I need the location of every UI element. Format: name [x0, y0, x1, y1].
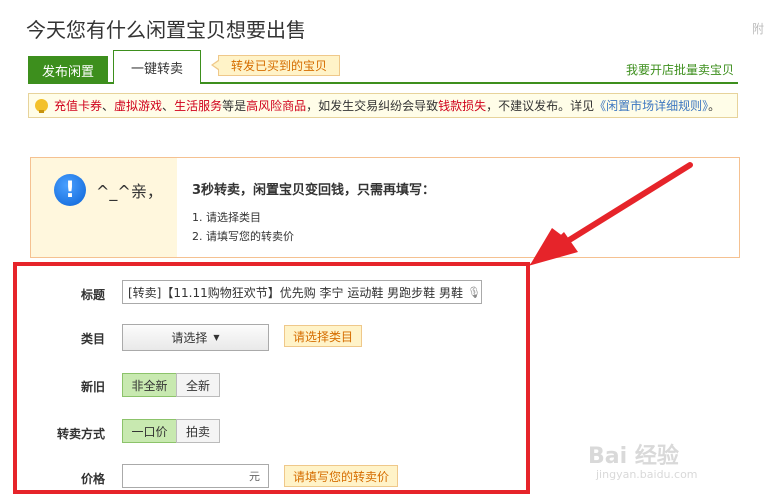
tab-bubble-tip: 转发已买到的宝贝 — [218, 55, 340, 76]
price-input[interactable]: 元 — [122, 464, 269, 488]
warning-segment: 钱款损失 — [438, 99, 487, 113]
page-title: 今天您有什么闲置宝贝想要出售 — [26, 18, 306, 42]
edge-text: 附 — [752, 22, 765, 36]
price-tip: 请填写您的转卖价 — [284, 465, 398, 487]
notice-greeting: ^_^亲， — [96, 182, 163, 201]
condition-option-used[interactable]: 非全新 — [122, 373, 177, 397]
warning-segment: 高风险商品 — [246, 99, 307, 113]
watermark-brand: Bai 经验 — [588, 444, 679, 469]
notice-left-panel — [31, 158, 177, 257]
price-label: 价格 — [80, 472, 105, 486]
condition-option-new[interactable]: 全新 — [176, 373, 220, 397]
category-select-text: 请选择 — [171, 331, 208, 345]
warning-segment: 、 — [102, 99, 115, 113]
warning-segment: 、 — [162, 99, 175, 113]
watermark-url: jingyan.baidu.com — [596, 468, 698, 481]
notice-step-2: 2. 请填写您的转卖价 — [192, 230, 294, 243]
title-label: 标题 — [80, 288, 105, 302]
warning-segment: ，不建议发布。详见 — [486, 99, 595, 113]
warning-segment: 生活服务 — [174, 99, 223, 113]
info-icon: ! — [54, 174, 86, 206]
resale-option-auction[interactable]: 拍卖 — [176, 419, 220, 443]
warning-segment: ，如发生交易纠纷会导致 — [306, 99, 439, 113]
category-label: 类目 — [80, 332, 105, 346]
condition-segmented: 非全新 全新 — [122, 373, 220, 397]
notice-step-1: 1. 请选择类目 — [192, 211, 261, 224]
notice-title: 3秒转卖，闲置宝贝变回钱，只需再填写： — [192, 183, 436, 198]
title-input-value: [转卖]【11.11购物狂欢节】优先购 李宁 运动鞋 男跑步鞋 男鞋 — [128, 285, 463, 300]
price-unit: 元 — [249, 470, 260, 483]
warning-segment: 。 — [708, 99, 721, 113]
title-input[interactable]: [转卖]【11.11购物狂欢节】优先购 李宁 运动鞋 男跑步鞋 男鞋 🎙︎ — [122, 280, 482, 304]
tab-one-click-resale[interactable]: 一键转卖 — [113, 50, 201, 84]
resale-method-label: 转卖方式 — [56, 427, 105, 441]
category-tip: 请选择类目 — [284, 325, 362, 347]
red-arrow-annotation — [528, 162, 693, 266]
lightbulb-icon — [35, 99, 48, 113]
microphone-icon[interactable]: 🎙︎ — [467, 286, 481, 299]
condition-label: 新旧 — [80, 380, 105, 394]
bubble-arrow-inner — [213, 61, 219, 69]
warning-text: 充值卡券、虚拟游戏、生活服务等是高风险商品，如发生交易纠纷会导致钱款损失，不建议… — [54, 97, 720, 114]
resale-option-fixed[interactable]: 一口价 — [122, 419, 177, 443]
warning-segment: 充值卡券 — [54, 99, 103, 113]
warning-segment: 虚拟游戏 — [114, 99, 163, 113]
resale-method-segmented: 一口价 拍卖 — [122, 419, 220, 443]
warning-bar: 充值卡券、虚拟游戏、生活服务等是高风险商品，如发生交易纠纷会导致钱款损失，不建议… — [28, 93, 738, 118]
rules-link[interactable]: 《闲置市场详细规则》 — [594, 99, 708, 113]
open-shop-link[interactable]: 我要开店批量卖宝贝 — [626, 61, 734, 78]
warning-segment: 等是 — [222, 99, 247, 113]
caret-down-icon: ▼ — [213, 333, 220, 342]
tab-publish[interactable]: 发布闲置 — [28, 56, 108, 84]
category-select[interactable]: 请选择 ▼ — [122, 324, 269, 351]
